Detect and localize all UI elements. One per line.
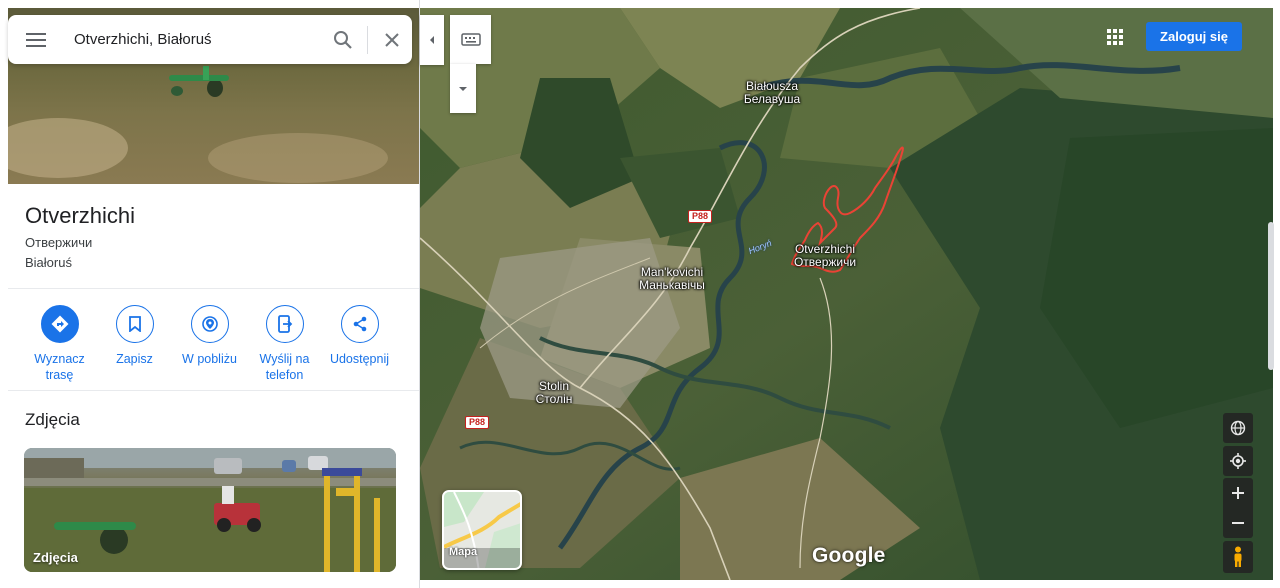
my-location-icon (1230, 453, 1246, 469)
zoom-controls (1223, 478, 1253, 538)
plus-icon (1232, 487, 1244, 499)
map-label-stolin[interactable]: Stolin Столін (536, 380, 573, 406)
input-tools-dropdown[interactable] (450, 64, 476, 113)
photos-heading: Zdjęcia (25, 410, 80, 429)
send-to-phone-label: Wyślij na telefon (259, 352, 310, 382)
page-scrollbar[interactable] (1268, 222, 1274, 370)
search-box (8, 15, 412, 64)
menu-button[interactable] (8, 15, 64, 64)
directions-icon (51, 315, 68, 333)
share-label: Udostępnij (329, 352, 390, 366)
pegman-icon (1234, 546, 1242, 567)
save-button[interactable]: Zapisz (97, 305, 172, 383)
sign-in-button[interactable]: Zaloguj się (1146, 22, 1242, 51)
my-location-button[interactable] (1223, 446, 1253, 476)
menu-icon (26, 32, 46, 47)
nearby-button[interactable]: W pobliżu (172, 305, 247, 383)
zoom-in-button[interactable] (1223, 478, 1253, 508)
input-tools-button[interactable] (450, 15, 491, 64)
bookmark-icon (128, 316, 141, 332)
apps-grid-icon (1107, 29, 1123, 45)
divider (8, 390, 419, 391)
photos-card-label: Zdjęcia (33, 550, 78, 565)
nearby-label: W pobliżu (182, 352, 237, 366)
place-country: Białoruś (25, 255, 72, 270)
road-shield-p88: P88 (465, 416, 490, 429)
directions-button[interactable]: Wyznacz trasę (22, 305, 97, 383)
search-icon (334, 30, 352, 49)
action-bar: Wyznacz trasę Zapisz W pobliżu Wyślij na… (22, 305, 402, 383)
close-icon (385, 32, 399, 47)
map-label-mankovichi-cyrillic: Манькавічы (639, 278, 705, 292)
map-layer-toggle[interactable]: Mapa (442, 490, 522, 570)
map-label-bialousza-cyrillic: Белавуша (743, 92, 801, 106)
map-label-otverzhichi-cyrillic: Отвержичи (793, 255, 857, 269)
send-to-phone-button[interactable]: Wyślij na telefon (247, 305, 322, 383)
send-to-phone-icon (277, 315, 292, 333)
place-panel: Otverzhichi Отвержичи Białoruś Wyznacz t… (0, 0, 420, 588)
save-label: Zapisz (116, 352, 153, 366)
road-shield-p88: P88 (688, 210, 713, 223)
map-label-stolin-cyrillic: Столін (535, 392, 573, 406)
share-icon (353, 316, 366, 332)
map-label-otverzhichi[interactable]: Otverzhichi Отвержичи (794, 243, 856, 269)
photos-card[interactable]: Zdjęcia (24, 448, 396, 572)
map-imagery (420, 8, 1273, 580)
search-divider (367, 25, 368, 54)
collapse-panel-button[interactable] (420, 15, 444, 65)
minus-icon (1232, 522, 1244, 524)
map-label-mankovichi[interactable]: Man'kovichi Манькавічы (639, 266, 705, 292)
apps-button[interactable] (1100, 22, 1130, 52)
street-view-pegman[interactable] (1223, 541, 1253, 573)
share-button[interactable]: Udostępnij (322, 305, 397, 383)
map-label-bialousza[interactable]: Białousza Белавуша (744, 80, 800, 106)
chevron-down-icon (459, 86, 467, 91)
map-layer-label: Mapa (449, 546, 478, 558)
search-button[interactable] (323, 15, 363, 64)
clear-search-button[interactable] (372, 15, 412, 64)
satellite-map[interactable]: Białousza Белавуша Otverzhichi Отвержичи… (420, 8, 1273, 580)
divider (8, 288, 419, 289)
globe-icon (1230, 420, 1246, 436)
search-input[interactable] (64, 19, 323, 60)
place-local-name: Отвержичи (25, 235, 93, 250)
google-logo: Google (812, 544, 886, 567)
place-title: Otverzhichi (25, 203, 136, 228)
keyboard-icon (460, 33, 481, 46)
zoom-out-button[interactable] (1223, 508, 1253, 538)
globe-view-button[interactable] (1223, 413, 1253, 443)
chevron-left-icon (430, 36, 434, 44)
directions-label: Wyznacz trasę (34, 352, 85, 382)
nearby-icon (201, 316, 218, 332)
map-layer-preview (444, 492, 520, 568)
